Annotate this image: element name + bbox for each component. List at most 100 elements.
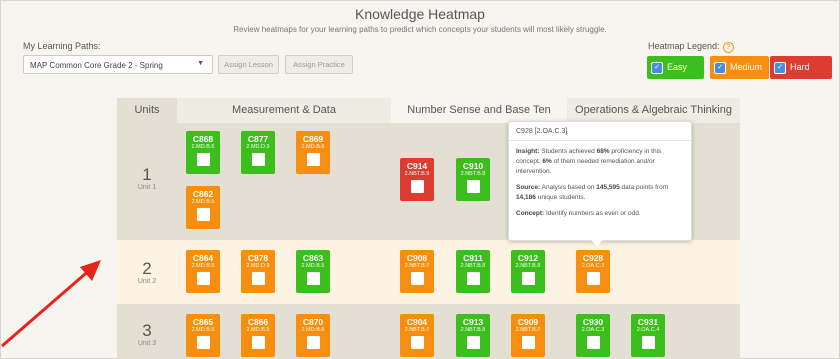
student-count: 14,186 (516, 194, 536, 201)
tile-code: C868 (192, 134, 214, 144)
tile-checkbox[interactable] (466, 180, 480, 193)
assign-lesson-button[interactable]: Assign Lesson (218, 55, 279, 74)
tile-standard: 2.MD.B.5 (246, 327, 270, 333)
tile-checkbox[interactable] (196, 153, 210, 166)
concept-tile-c864[interactable]: C864 2.MD.B.5 (186, 250, 220, 293)
tile-standard: 2.MD.D.9 (246, 263, 270, 269)
concept-tile-c909[interactable]: C909 2.NBT.B.7 (511, 314, 545, 357)
tile-standard: 2.NBT.B.9 (404, 171, 430, 177)
concept-tile-c878[interactable]: C878 2.MD.D.9 (241, 250, 275, 293)
concept-tile-c877[interactable]: C877 2.MD.D.9 (241, 131, 275, 174)
insight-label: Insight: (516, 148, 540, 155)
assign-practice-button[interactable]: Assign Practice (285, 55, 353, 74)
legend-hard-label: Hard (790, 62, 810, 72)
concept-tile-c862[interactable]: C862 2.MD.B.5 (186, 186, 220, 229)
checkbox-icon: ✓ (714, 61, 726, 74)
tile-standard: 2.NBT.B.8 (460, 263, 486, 269)
tooltip-body: Insight: Students achieved 68% proficien… (509, 141, 691, 231)
concept-tile-c904[interactable]: C904 2.NBT.B.7 (400, 314, 434, 357)
tile-code: C869 (302, 134, 324, 144)
unit-name: Unit 1 (137, 184, 157, 191)
concept-tile-c870[interactable]: C870 2.MD.B.6 (296, 314, 330, 357)
column-header-number-sense: Number Sense and Base Ten (391, 98, 567, 123)
concept-tile-c912[interactable]: C912 2.NBT.B.8 (511, 250, 545, 293)
unit-number: 2 (142, 259, 152, 278)
tile-code: C865 (192, 317, 214, 327)
concept-tile-c910[interactable]: C910 2.NBT.B.8 (456, 158, 490, 201)
tile-code: C911 (463, 253, 483, 263)
tooltip-source: Source: Analysis based on 145,595 data p… (516, 183, 684, 203)
tile-checkbox[interactable] (521, 336, 535, 349)
source-text: Analysis based on (541, 184, 595, 191)
tile-checkbox[interactable] (251, 336, 265, 349)
tile-checkbox[interactable] (306, 336, 320, 349)
legend-hard-toggle[interactable]: ✓ Hard (770, 56, 832, 79)
help-icon[interactable]: ? (722, 42, 734, 53)
chevron-down-icon: ▼ (197, 60, 204, 67)
tile-code: C866 (247, 317, 269, 327)
tooltip-title: C928 [2.OA.C.3] (509, 122, 691, 141)
concept-label: Concept: (516, 210, 545, 217)
tile-checkbox[interactable] (196, 336, 210, 349)
concept-tile-c868[interactable]: C868 2.MD.B.6 (186, 131, 220, 174)
remediation-percent: 6% (542, 158, 552, 165)
tile-checkbox[interactable] (410, 272, 424, 285)
tile-checkbox[interactable] (641, 336, 655, 349)
tile-checkbox[interactable] (306, 272, 320, 285)
learning-paths-label: My Learning Paths: (23, 41, 101, 51)
unit-number: 3 (142, 321, 152, 340)
unit-number: 1 (142, 165, 152, 184)
tile-checkbox[interactable] (196, 208, 210, 221)
tile-checkbox[interactable] (586, 272, 600, 285)
tile-standard: 2.MD.B.6 (301, 144, 325, 150)
tile-code: C862 (192, 189, 214, 199)
column-header-units: Units (134, 104, 160, 116)
tile-checkbox[interactable] (251, 153, 265, 166)
tile-checkbox[interactable] (251, 272, 265, 285)
column-header-measurement: Measurement & Data (177, 98, 391, 123)
tile-code: C913 (462, 317, 484, 327)
tile-checkbox[interactable] (196, 272, 210, 285)
tile-code: C930 (582, 317, 604, 327)
concept-tile-c914[interactable]: C914 2.NBT.B.9 (400, 158, 434, 201)
tile-checkbox[interactable] (466, 272, 480, 285)
tile-standard: 2.MD.B.5 (191, 199, 215, 205)
unit-name: Unit 3 (137, 340, 157, 347)
tile-checkbox[interactable] (521, 272, 535, 285)
tile-checkbox[interactable] (306, 153, 320, 166)
legend-easy-toggle[interactable]: ✓ Easy (647, 56, 704, 79)
checkbox-icon: ✓ (774, 61, 786, 74)
concept-tile-c865[interactable]: C865 2.MD.B.5 (186, 314, 220, 357)
legend-label: Heatmap Legend:? (648, 41, 734, 53)
concept-tile-c911[interactable]: C911 2.NBT.B.8 (456, 250, 490, 293)
tile-code: C877 (247, 134, 269, 144)
concept-tile-c928[interactable]: C928 2.OA.C.3 (576, 250, 610, 293)
learning-path-select[interactable]: MAP Common Core Grade 2 - Spring ▼ (23, 55, 213, 74)
concept-tile-c908[interactable]: C908 2.NBT.B.7 (400, 250, 434, 293)
unit-name: Unit 2 (137, 278, 157, 285)
tile-code: C909 (517, 317, 539, 327)
concept-tile-c866[interactable]: C866 2.MD.B.5 (241, 314, 275, 357)
tile-standard: 2.NBT.B.8 (460, 327, 486, 333)
tile-checkbox[interactable] (586, 336, 600, 349)
legend-medium-label: Medium (730, 62, 763, 72)
concept-tile-c863[interactable]: C863 2.MD.B.5 (296, 250, 330, 293)
tile-code: C863 (302, 253, 324, 263)
tile-standard: 2.OA.C.4 (636, 327, 660, 333)
legend-medium-toggle[interactable]: ✓ Medium (710, 56, 769, 79)
unit-1-label: 1 Unit 1 (117, 165, 177, 192)
concept-text: Identify numbers as even or odd. (545, 210, 641, 217)
tile-code: C904 (406, 317, 428, 327)
tile-checkbox[interactable] (466, 336, 480, 349)
source-text: data points from (621, 184, 669, 191)
concept-tile-c930[interactable]: C930 2.OA.C.3 (576, 314, 610, 357)
source-text: unique students. (537, 194, 586, 201)
tile-standard: 2.MD.B.5 (191, 263, 215, 269)
tile-code: C914 (406, 161, 428, 171)
tile-checkbox[interactable] (410, 180, 424, 193)
concept-tile-c913[interactable]: C913 2.NBT.B.8 (456, 314, 490, 357)
tile-code: C912 (517, 253, 539, 263)
tile-checkbox[interactable] (410, 336, 424, 349)
concept-tile-c931[interactable]: C931 2.OA.C.4 (631, 314, 665, 357)
concept-tile-c869[interactable]: C869 2.MD.B.6 (296, 131, 330, 174)
